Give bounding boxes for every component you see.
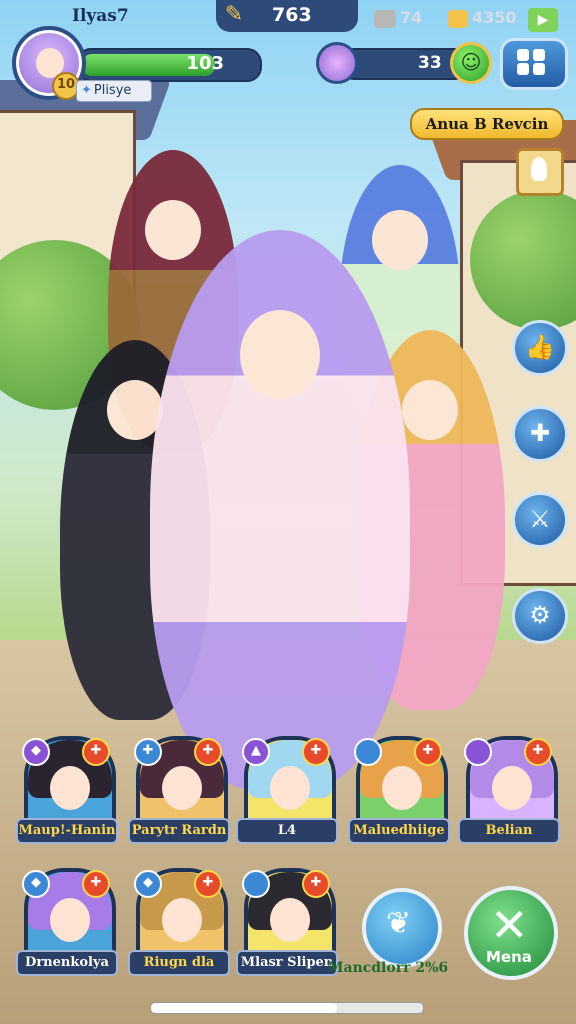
character-name: L4	[236, 818, 338, 844]
puzzle-icon[interactable]: ✚	[512, 406, 568, 462]
character-card[interactable]: ✚ ✚ Parytr Rardn	[128, 736, 230, 846]
upgrade-icon: ✚	[82, 738, 110, 766]
upgrade-icon: ✚	[194, 870, 222, 898]
character-main-purplehair	[150, 230, 410, 790]
character-name: Mlasr Slipen	[236, 950, 338, 976]
character-name: Belian	[458, 818, 560, 844]
menu-label: Mena	[486, 948, 532, 966]
upgrade-icon: ✚	[302, 870, 330, 898]
character-name: Maluedhiige	[348, 818, 450, 844]
figure-icon	[531, 157, 547, 181]
character-name: Maup!-Hanin	[16, 818, 118, 844]
smile-icon[interactable]: ☺	[450, 42, 492, 84]
upgrade-icon: ✚	[194, 738, 222, 766]
stat-b-value: 4350	[472, 8, 517, 27]
portrait-face	[270, 766, 310, 810]
pencil-icon: ✎	[224, 2, 244, 27]
portrait-face	[162, 898, 202, 942]
character-card[interactable]: ◆ ✚ Riugn dla	[128, 868, 230, 978]
element-icon: ◆	[22, 738, 50, 766]
upgrade-icon: ✚	[524, 738, 552, 766]
close-icon: ✕	[490, 898, 529, 952]
character-name: Drnenkolya	[16, 950, 118, 976]
element-icon	[464, 738, 492, 766]
portrait-face	[50, 766, 90, 810]
character-card[interactable]: ✚ Belian	[458, 736, 560, 846]
portrait-face	[162, 766, 202, 810]
grid-cell	[533, 63, 545, 75]
chest-icon	[448, 9, 468, 28]
menu-close-button[interactable]: ✕ Mena	[464, 886, 558, 980]
friend-bar: 33	[340, 48, 468, 80]
pet-icon: ❦	[386, 906, 412, 941]
element-icon: ◆	[22, 870, 50, 898]
character-card[interactable]: ▲ ✚ L4	[236, 736, 338, 846]
player-name: Ilyas7	[72, 6, 129, 26]
element-icon: ◆	[134, 870, 162, 898]
element-icon	[354, 738, 382, 766]
pet-button[interactable]: ❦	[362, 888, 442, 968]
character-name: Riugn dla	[128, 950, 230, 976]
gold-value: 763	[272, 4, 312, 26]
character-card[interactable]: ◆ ✚ Maup!-Hanin	[16, 736, 118, 846]
character-card[interactable]: ✚ Maluedhiige	[348, 736, 450, 846]
element-icon: ▲	[242, 738, 270, 766]
menu-grid-button[interactable]	[500, 38, 568, 90]
gear-icon[interactable]: ⚙	[512, 588, 568, 644]
stat-a[interactable]: 74	[374, 8, 422, 28]
portrait-face	[270, 898, 310, 942]
grid-cell	[517, 63, 529, 75]
player-tag-label: Plisye	[93, 83, 132, 98]
scroll-thumb	[151, 1003, 337, 1013]
play-icon[interactable]: ▶	[528, 8, 558, 32]
upgrade-icon: ✚	[302, 738, 330, 766]
friend-avatar[interactable]	[316, 42, 358, 84]
element-icon	[242, 870, 270, 898]
upgrade-icon: ✚	[414, 738, 442, 766]
portrait-face	[382, 766, 422, 810]
friend-value: 33	[418, 53, 442, 73]
crossed-swords-icon[interactable]: ⚔	[512, 492, 568, 548]
portrait-face	[50, 898, 90, 942]
stat-a-value: 74	[400, 8, 423, 27]
upgrade-icon: ✚	[82, 870, 110, 898]
star-icon: ✦	[81, 83, 92, 98]
stat-b[interactable]: 4350	[448, 8, 517, 28]
thumbs-up-icon[interactable]: 👍	[512, 320, 568, 376]
character-name: Parytr Rardn	[128, 818, 230, 844]
pet-label: Mancdlorr 2%6	[328, 960, 449, 976]
character-card[interactable]: ✚ Mlasr Slipen	[236, 868, 338, 978]
event-banner[interactable]: Anua B Revcin	[410, 108, 564, 140]
character-card[interactable]: ◆ ✚ Drnenkolya	[16, 868, 118, 978]
player-tag[interactable]: ✦ Plisye	[76, 80, 152, 102]
scroll-indicator[interactable]	[150, 1002, 424, 1014]
ticket-icon	[374, 9, 396, 28]
portrait-face	[492, 766, 532, 810]
grid-cell	[533, 49, 545, 61]
hp-value: 103	[186, 53, 224, 74]
element-icon: ✚	[134, 738, 162, 766]
grid-cell	[517, 49, 529, 61]
hp-bar: 103	[76, 48, 262, 82]
gold-counter[interactable]: ✎ 763	[216, 0, 358, 32]
event-icon[interactable]	[516, 148, 564, 196]
